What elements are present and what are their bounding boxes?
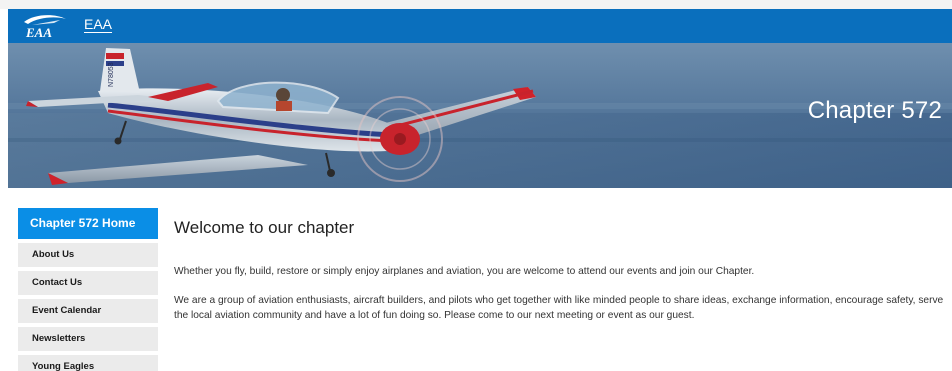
main-content: Welcome to our chapter Whether you fly, … xyxy=(174,218,944,321)
hero-title: Chapter 572 xyxy=(807,97,942,124)
sidebar-item-newsletters[interactable]: Newsletters xyxy=(18,327,158,351)
page-title: Welcome to our chapter xyxy=(174,218,355,237)
logo-text: EAA xyxy=(25,25,52,39)
eaa-logo-icon[interactable]: EAA xyxy=(20,13,70,39)
eaa-header-bar: EAA EAA xyxy=(8,9,952,43)
about-paragraph: We are a group of aviation enthusiasts, … xyxy=(174,295,944,321)
hero-banner: N78053 Chapter 572 xyxy=(8,43,952,188)
intro-paragraph: Whether you fly, build, restore or simpl… xyxy=(174,266,755,277)
sidebar-item-contact-us[interactable]: Contact Us xyxy=(18,271,158,295)
sidebar-item-home[interactable]: Chapter 572 Home xyxy=(18,208,158,239)
eaa-home-link[interactable]: EAA xyxy=(84,16,112,32)
top-strip xyxy=(0,0,952,9)
sidebar-item-event-calendar[interactable]: Event Calendar xyxy=(18,299,158,323)
sidebar-nav: Chapter 572 Home About Us Contact Us Eve… xyxy=(18,208,158,371)
tail-number: N78053 xyxy=(108,62,115,87)
page: EAA EAA N78053 Chapter 572 Chapter 572 H… xyxy=(0,0,952,371)
sidebar-item-young-eagles[interactable]: Young Eagles xyxy=(18,355,158,371)
sidebar-item-about-us[interactable]: About Us xyxy=(18,243,158,267)
